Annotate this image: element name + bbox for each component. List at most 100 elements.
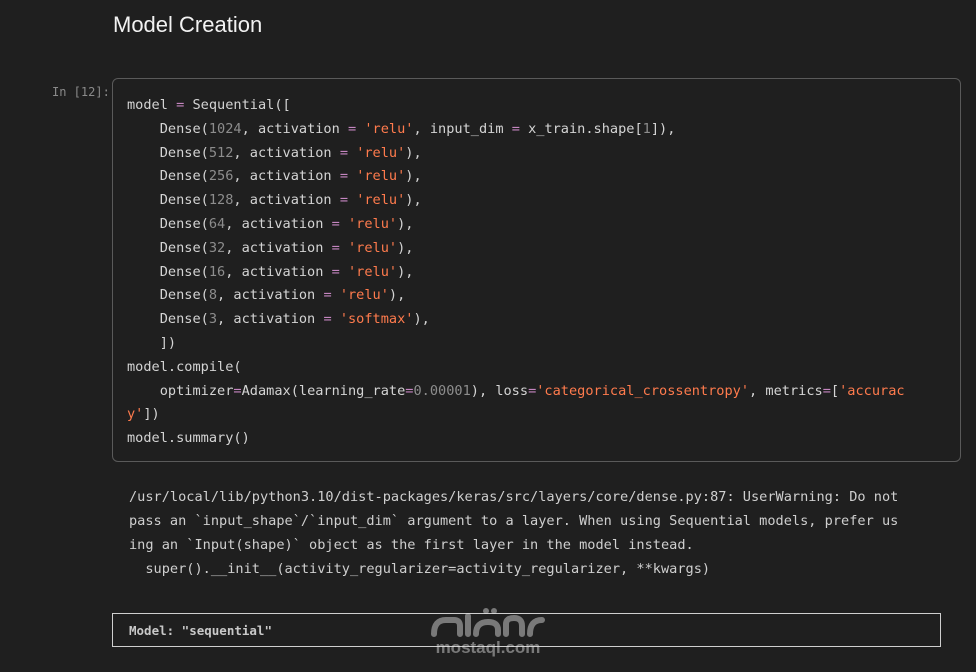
watermark-logo: mostaql.com	[428, 598, 548, 660]
code-token: Dense(	[127, 215, 209, 232]
code-token: Dense(	[127, 120, 209, 137]
code-line: Dense(16, activation = 'relu'),	[127, 261, 905, 285]
code-token: ])	[127, 334, 177, 351]
code-token: 512	[208, 144, 234, 161]
code-line: optimizer=Adamax(learning_rate=0.00001),…	[127, 380, 905, 404]
code-token: =	[339, 144, 348, 161]
code-token: 3	[208, 311, 218, 328]
code-token: , activation	[217, 287, 324, 304]
code-token: Adamax(learning_rate	[241, 382, 406, 399]
code-token: 0.00001	[413, 382, 471, 399]
code-token: ),	[405, 144, 422, 161]
code-token: Dense(	[127, 144, 209, 161]
code-token: Dense(	[127, 311, 209, 328]
code-token: 'relu'	[339, 287, 389, 304]
code-token: x_train.shape[	[519, 120, 643, 137]
code-token: 128	[208, 192, 234, 209]
code-token: ),	[405, 192, 422, 209]
output-line: ing an `Input(shape)` object as the firs…	[129, 537, 694, 553]
code-line: Dense(1024, activation = 'relu', input_d…	[127, 118, 905, 142]
code-token: ),	[397, 215, 414, 232]
code-line: Dense(32, activation = 'relu'),	[127, 237, 905, 261]
code-line: Dense(512, activation = 'relu'),	[127, 142, 905, 166]
code-token: , activation	[225, 239, 332, 256]
code-token: 16	[208, 263, 226, 280]
code-token: 'relu'	[356, 144, 406, 161]
code-token: Sequential([	[184, 97, 291, 113]
code-token: =	[331, 263, 340, 280]
code-token: 'relu'	[356, 168, 406, 185]
code-line: y'])	[127, 403, 905, 427]
code-line: model = Sequential([	[127, 94, 905, 118]
code-token: ),	[413, 311, 430, 328]
code-token: ),	[388, 287, 406, 304]
code-token: 'relu'	[356, 192, 406, 209]
code-editor[interactable]: model = Sequential([ Dense(1024, activat…	[127, 94, 905, 451]
code-token: model.summary()	[127, 430, 250, 447]
output-line: pass an `input_shape`/`input_dim` argume…	[129, 513, 899, 529]
code-token: 'relu'	[348, 263, 398, 280]
code-token: 64	[208, 215, 226, 232]
code-token: , activation	[233, 144, 340, 161]
code-token: Dense(	[127, 263, 209, 280]
code-token: 8	[208, 287, 218, 304]
code-token: 'categorical_crossentropy'	[536, 382, 750, 399]
code-token: , activation	[225, 215, 332, 232]
code-token: =	[323, 287, 332, 304]
code-line: Dense(128, activation = 'relu'),	[127, 189, 905, 213]
code-token: =	[339, 192, 348, 209]
code-token: y'	[127, 406, 144, 423]
code-token: , input_dim	[413, 120, 512, 137]
code-token: 'softmax'	[339, 311, 414, 328]
code-line: Dense(3, activation = 'softmax'),	[127, 308, 905, 332]
code-token: =	[233, 382, 242, 399]
code-token: Dense(	[127, 239, 209, 256]
code-token: =	[323, 311, 332, 328]
code-token: , activation	[225, 263, 332, 280]
code-token: Dense(	[127, 192, 209, 209]
code-token: 'relu'	[348, 215, 398, 232]
code-token: , metrics	[749, 382, 823, 399]
code-token: 1024	[208, 120, 242, 137]
code-token: , activation	[233, 168, 340, 185]
code-token: =	[348, 120, 357, 137]
code-token: Dense(	[127, 287, 209, 304]
section-heading: Model Creation	[113, 12, 263, 37]
code-token: model	[127, 97, 177, 113]
output-line: /usr/local/lib/python3.10/dist-packages/…	[129, 489, 899, 505]
code-token: =	[331, 215, 340, 232]
code-token: optimizer	[127, 382, 234, 399]
code-token: 32	[208, 239, 226, 256]
code-token: , activation	[217, 311, 324, 328]
code-token: ]),	[650, 120, 676, 137]
watermark-site: mostaql.com	[435, 638, 541, 657]
output-line: super().__init__(activity_regularizer=ac…	[129, 561, 711, 577]
code-token: ])	[143, 406, 160, 423]
code-token: =	[331, 239, 340, 256]
code-token: ),	[397, 263, 414, 280]
code-line: Dense(8, activation = 'relu'),	[127, 284, 905, 308]
code-token: ), loss	[470, 382, 529, 399]
code-token: 'relu'	[348, 239, 398, 256]
code-token: 'accurac	[839, 382, 905, 399]
cell-prompt: In [12]:	[52, 85, 110, 99]
code-token: 256	[208, 168, 234, 185]
code-token: , activation	[241, 120, 348, 137]
code-token: 1	[642, 120, 651, 137]
code-token: Dense(	[127, 168, 209, 185]
code-cell[interactable]: model = Sequential([ Dense(1024, activat…	[112, 78, 961, 462]
model-summary-label: Model: "sequential"	[129, 623, 272, 638]
code-token: =	[511, 120, 520, 137]
code-token: =	[339, 168, 348, 185]
code-token: [	[830, 382, 840, 399]
cell-output: /usr/local/lib/python3.10/dist-packages/…	[129, 485, 898, 581]
code-line: model.compile(	[127, 356, 905, 380]
code-token: model.compile(	[127, 358, 242, 375]
code-line: Dense(64, activation = 'relu'),	[127, 213, 905, 237]
